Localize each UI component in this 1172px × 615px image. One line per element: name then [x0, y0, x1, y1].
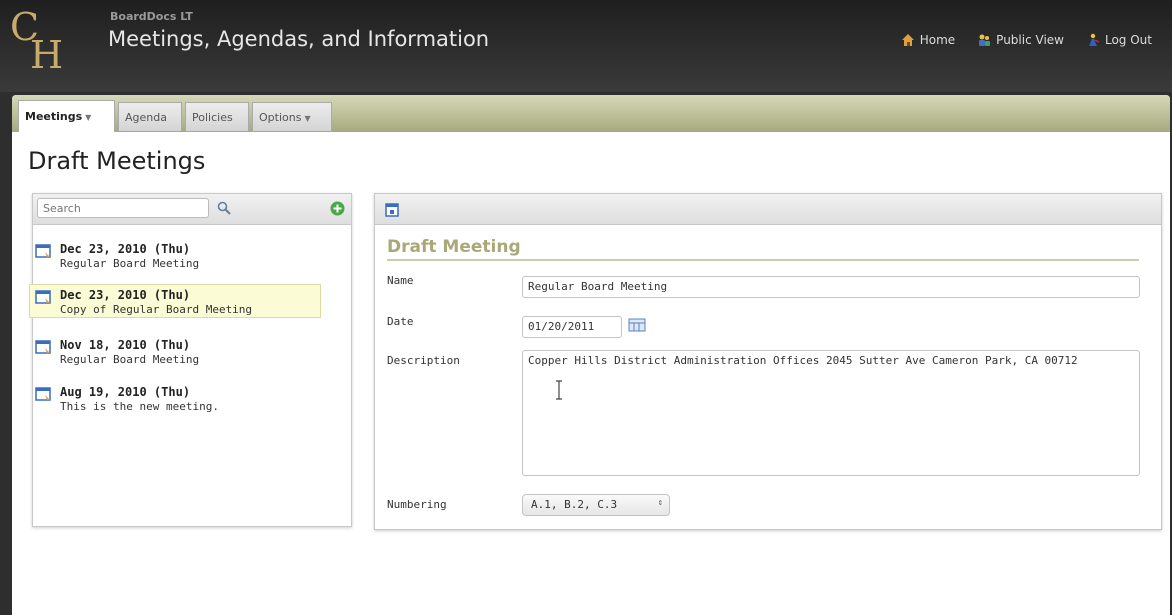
- section-title: Draft Meeting: [387, 237, 521, 257]
- top-links: Home Public View Log Out: [901, 33, 1152, 47]
- meeting-icon: [35, 244, 51, 258]
- public-view-link[interactable]: Public View: [977, 33, 1064, 47]
- numbering-value: A.1, B.2, C.3: [531, 498, 618, 511]
- meeting-title: Regular Board Meeting: [60, 257, 200, 270]
- app-title: Meetings, Agendas, and Information: [108, 27, 490, 51]
- meeting-title: Regular Board Meeting: [60, 353, 200, 366]
- calendar-icon[interactable]: [628, 318, 646, 332]
- meeting-date: Dec 23, 2010 (Thu): [60, 242, 191, 256]
- home-icon: [901, 34, 914, 46]
- meeting-detail-panel: Draft Meeting Name Regular Board Meeting…: [374, 193, 1162, 530]
- tab-agenda[interactable]: Agenda: [118, 102, 182, 131]
- select-arrows-icon: ⇕: [657, 498, 663, 508]
- meeting-icon: [35, 340, 51, 354]
- section-divider: [387, 259, 1139, 261]
- tab-agenda-label: Agenda: [125, 111, 167, 124]
- app-name: BoardDocs LT: [110, 10, 193, 23]
- log-out-label: Log Out: [1104, 33, 1152, 47]
- tab-policies[interactable]: Policies: [185, 102, 249, 131]
- numbering-select[interactable]: A.1, B.2, C.3 ⇕: [522, 494, 670, 516]
- page-title: Draft Meetings: [28, 147, 206, 175]
- search-input[interactable]: [37, 198, 209, 218]
- list-item[interactable]: Nov 18, 2010 (Thu) Regular Board Meeting: [30, 335, 322, 369]
- log-out-link[interactable]: Log Out: [1086, 33, 1152, 47]
- chevron-down-icon: ▼: [85, 113, 92, 122]
- meeting-date: Dec 23, 2010 (Thu): [60, 288, 191, 302]
- tab-meetings[interactable]: Meetings ▼: [18, 100, 115, 132]
- numbering-label: Numbering: [387, 498, 447, 511]
- tab-options-label: Options: [259, 111, 302, 124]
- home-link[interactable]: Home: [901, 33, 955, 47]
- tab-options[interactable]: Options ▼: [252, 102, 332, 131]
- date-field[interactable]: 01/20/2011: [522, 316, 622, 338]
- add-meeting-icon[interactable]: [330, 201, 345, 216]
- app-header: C H BoardDocs LT Meetings, Agendas, and …: [0, 0, 1172, 92]
- tab-bar: Meetings ▼ Agenda Policies Options ▼: [12, 95, 1170, 132]
- svg-text:H: H: [30, 33, 63, 72]
- save-icon[interactable]: [385, 202, 400, 217]
- description-field[interactable]: Copper Hills District Administration Off…: [522, 350, 1140, 476]
- meeting-icon: [35, 387, 51, 401]
- text-cursor-icon: [556, 380, 562, 400]
- description-label: Description: [387, 354, 460, 367]
- meeting-date: Aug 19, 2010 (Thu): [60, 385, 191, 399]
- name-label: Name: [387, 274, 414, 287]
- main-content: Meetings ▼ Agenda Policies Options ▼ Draft…: [12, 95, 1170, 615]
- list-item-selected[interactable]: Dec 23, 2010 (Thu) Copy of Regular Board…: [29, 284, 321, 318]
- meeting-title: Copy of Regular Board Meeting: [60, 303, 253, 316]
- meeting-title: This is the new meeting.: [60, 400, 219, 413]
- detail-toolbar: [375, 194, 1161, 225]
- tab-meetings-label: Meetings: [25, 110, 83, 123]
- chevron-down-icon: ▼: [304, 114, 311, 123]
- date-label: Date: [387, 315, 414, 328]
- meeting-date: Nov 18, 2010 (Thu): [60, 338, 191, 352]
- list-item[interactable]: Dec 23, 2010 (Thu) Regular Board Meeting: [30, 239, 322, 273]
- meeting-icon: [35, 290, 51, 304]
- search-icon[interactable]: [217, 201, 231, 215]
- tab-policies-label: Policies: [192, 111, 233, 124]
- name-field[interactable]: Regular Board Meeting: [522, 276, 1140, 298]
- logo-icon: C H: [10, 5, 63, 72]
- public-view-label: Public View: [996, 33, 1064, 47]
- list-toolbar: [33, 194, 351, 225]
- home-link-label: Home: [919, 33, 956, 47]
- public-view-icon: [979, 34, 991, 46]
- list-item[interactable]: Aug 19, 2010 (Thu) This is the new meeti…: [30, 382, 322, 416]
- log-out-icon: [1088, 33, 1100, 46]
